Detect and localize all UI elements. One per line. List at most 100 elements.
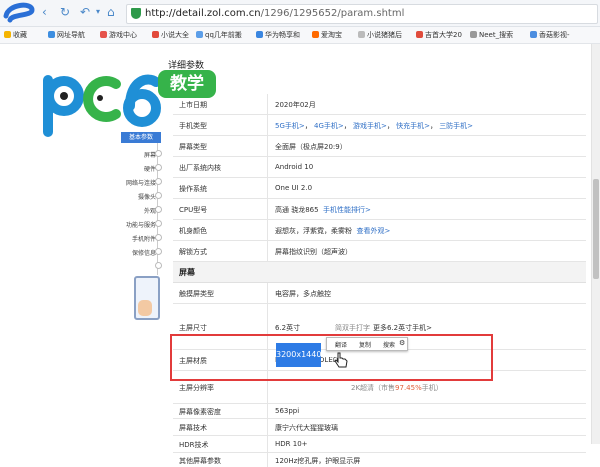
nav-dot (155, 220, 162, 227)
bookmark-jishou[interactable]: 吉首大学20 (416, 30, 462, 40)
sidenav-item-appearance[interactable]: 外观 (116, 206, 156, 215)
hand-icon (138, 300, 152, 316)
table-row: 上市日期 2020年02月 (173, 94, 586, 115)
row-key: 解锁方式 (179, 248, 207, 256)
column-divider (267, 404, 268, 418)
link-gaming[interactable]: 游戏手机> (353, 122, 387, 130)
bookmark-taobao[interactable]: 爱淘宝 (312, 30, 342, 40)
row-key: 其他屏幕参数 (179, 457, 221, 465)
sidenav-item-basic[interactable]: 基本参数 (121, 132, 161, 143)
nav-dot (155, 164, 162, 171)
address-bar[interactable]: http://detail.zol.com.cn/1296/1295652/pa… (126, 4, 598, 24)
table-row: 触摸屏类型 电容屏，多点触控 (173, 283, 586, 304)
column-divider (267, 436, 268, 452)
row-value: Android 10 (275, 163, 314, 171)
url-text: http://detail.zol.com.cn/1296/1295652/pa… (145, 8, 405, 19)
bookmark-neet[interactable]: Neet_搜索 (470, 30, 513, 40)
table-row: 手机类型 5G手机>， 4G手机>， 游戏手机>， 快充手机>， 三防手机> (173, 115, 586, 136)
bookmark-novel2[interactable]: 小说猪猪后 (358, 30, 402, 40)
column-divider (267, 220, 268, 240)
row-key-link[interactable]: 屏幕像素密度 (179, 407, 221, 417)
row-key: HDR技术 (179, 441, 209, 449)
row-value: 563ppi (275, 407, 300, 415)
bookmark-xianggu[interactable]: 香菇影视- (530, 30, 570, 40)
home-button[interactable]: ⌂ (107, 6, 115, 18)
column-divider (267, 115, 268, 135)
row-value: 120Hz挖孔屏，护眼显示屏 (275, 457, 361, 465)
row-value: HDR 10+ (275, 440, 308, 448)
row-key: 机身颜色 (179, 227, 207, 235)
bookmark-games[interactable]: 游戏中心 (100, 30, 137, 40)
column-divider (267, 94, 268, 114)
row-key: 出厂系统内核 (179, 164, 221, 172)
sidenav-item-features[interactable]: 功能与服务 (116, 220, 156, 229)
table-row: 屏幕类型 全面屏（极点屏20:9） (173, 136, 586, 157)
row-key-link[interactable]: 主屏分辨率 (179, 383, 214, 393)
resolution-note: 2K超清（市售97.45%手机） (351, 384, 443, 392)
undo-button[interactable]: ↶ (80, 6, 90, 18)
column-divider (267, 283, 268, 303)
table-row: 其他屏幕参数 120Hz挖孔屏，护眼显示屏 (173, 453, 586, 467)
column-divider (267, 157, 268, 177)
back-button[interactable]: ‹ (42, 6, 47, 18)
column-divider (267, 419, 268, 435)
column-divider (267, 241, 268, 261)
nav-dot (155, 234, 162, 241)
row-value: One UI 2.0 (275, 184, 313, 192)
bookmark-qq[interactable]: qq几年前搬 (196, 30, 242, 40)
row-key: 操作系统 (179, 185, 207, 193)
view-appearance-link[interactable]: 查看外观> (356, 227, 390, 235)
sidenav-item-screen[interactable]: 屏幕 (116, 150, 156, 159)
undo-dropdown-icon[interactable]: ▾ (96, 6, 100, 18)
row-key: 屏幕类型 (179, 143, 207, 151)
link-4g[interactable]: 4G手机> (314, 122, 344, 130)
nav-dot (155, 262, 162, 269)
row-value: 全面屏（极点屏20:9） (275, 143, 347, 151)
row-key-link[interactable]: 主屏尺寸 (179, 323, 207, 333)
table-row: CPU型号 高通 骁龙865 手机性能排行> (173, 199, 586, 220)
row-key: 屏幕技术 (179, 424, 207, 432)
more-size-link[interactable]: 更多6.2英寸手机> (373, 323, 432, 333)
row-key: 手机类型 (179, 122, 207, 130)
table-row: 解锁方式 屏幕指纹识别（超声波） (173, 241, 586, 262)
bookmark-nav[interactable]: 网址导航 (48, 30, 85, 40)
link-rugged[interactable]: 三防手机> (439, 122, 473, 130)
cpu-ranking-link[interactable]: 手机性能排行> (323, 206, 371, 214)
column-divider (267, 453, 268, 467)
nav-dot (155, 206, 162, 213)
table-row: 屏幕技术 康宁六代大猩猩玻璃 (173, 419, 586, 436)
refresh-button[interactable]: ↻ (60, 6, 70, 18)
column-divider (267, 178, 268, 198)
browser-logo-icon (3, 2, 35, 23)
column-divider (267, 199, 268, 219)
sidenav-item-accessories[interactable]: 手机附件 (116, 234, 156, 243)
browser-toolbar: ‹ ↻ ↶ ▾ ⌂ http://detail.zol.com.cn/1296/… (0, 0, 600, 27)
table-row: 机身颜色 遐想灰，浮紫霓，柔雾粉 查看外观> (173, 220, 586, 241)
link-5g[interactable]: 5G手机> (275, 122, 305, 130)
pc6-logo-icon (43, 74, 161, 137)
row-key: 上市日期 (179, 101, 207, 109)
sidenav-item-warranty[interactable]: 保修信息 (116, 248, 156, 257)
row-key: 触摸屏类型 (179, 290, 214, 298)
row-value: 5G手机>， 4G手机>， 游戏手机>， 快充手机>， 三防手机> (275, 122, 474, 130)
page-scrollbar[interactable] (591, 44, 600, 444)
column-divider (267, 136, 268, 156)
row-key-link[interactable]: CPU型号 (179, 205, 207, 215)
security-shield-icon (131, 8, 141, 19)
bookmarks-bar: 收藏 网址导航 游戏中心 小说大全 qq几年前搬 华为畅享和 爱淘宝 小说猪猪后… (0, 27, 600, 44)
table-row: 出厂系统内核 Android 10 (173, 157, 586, 178)
sidenav-item-network[interactable]: 网络与连接 (116, 178, 156, 187)
row-value: 康宁六代大猩猩玻璃 (275, 424, 338, 432)
bookmark-huawei[interactable]: 华为畅享和 (256, 30, 300, 40)
nav-dot (155, 178, 162, 185)
table-row: 操作系统 One UI 2.0 (173, 178, 586, 199)
nav-dot (155, 150, 162, 157)
bookmark-novels[interactable]: 小说大全 (152, 30, 189, 40)
scrollbar-thumb[interactable] (593, 179, 599, 279)
link-fastcharge[interactable]: 快充手机> (396, 122, 430, 130)
bookmark-favorites[interactable]: 收藏 (4, 30, 27, 40)
row-value: 屏幕指纹识别（超声波） (275, 248, 352, 256)
section-title: 屏幕 (179, 268, 195, 277)
sidenav-item-hardware[interactable]: 硬件 (116, 164, 156, 173)
sidenav-item-camera[interactable]: 摄像头 (116, 192, 156, 201)
